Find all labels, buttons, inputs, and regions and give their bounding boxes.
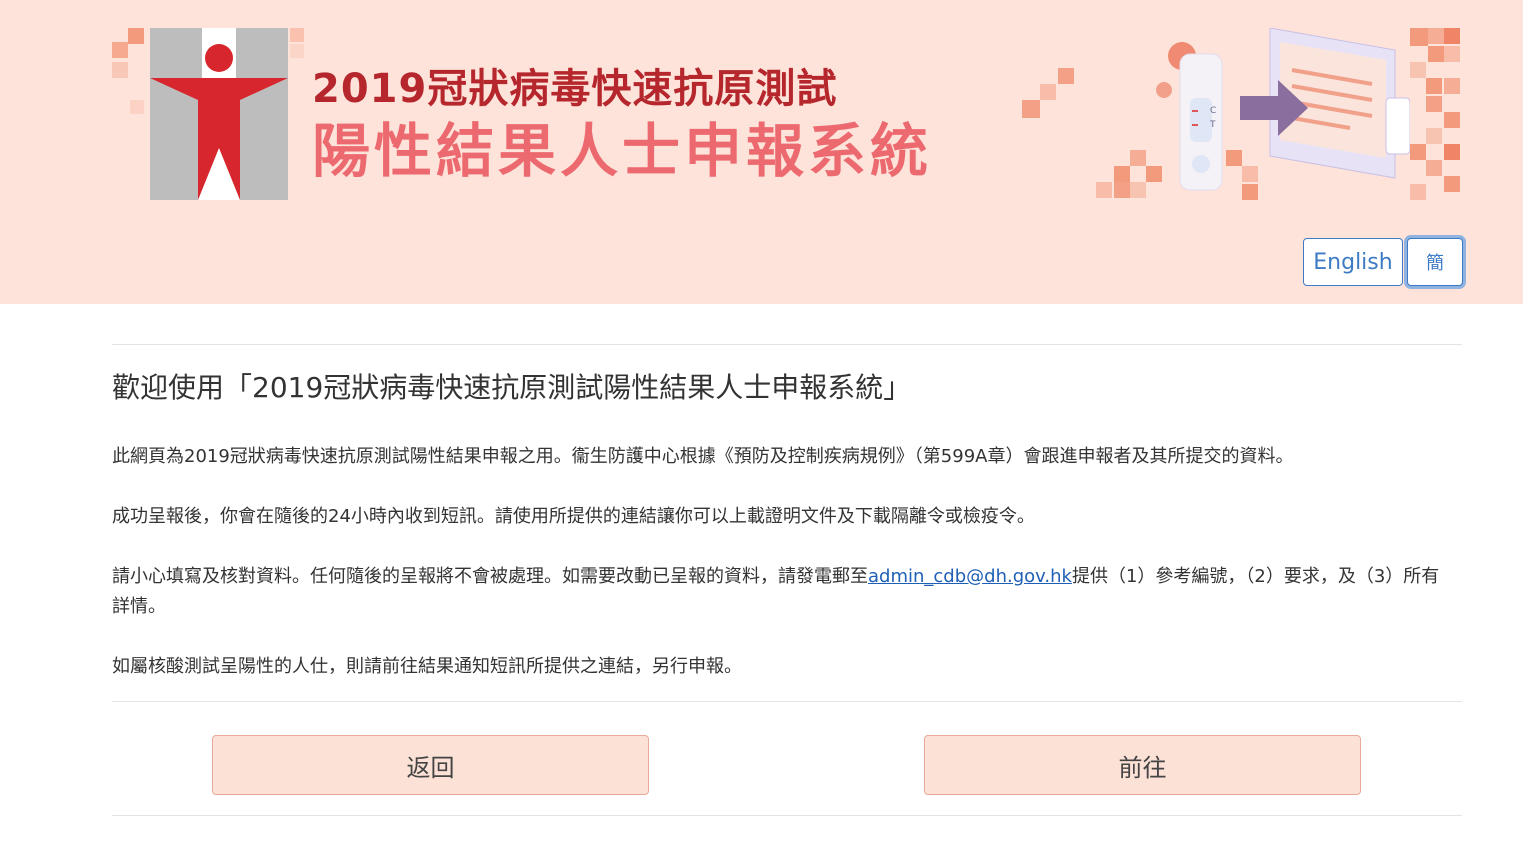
site-header: 2019冠狀病毒快速抗原測試 陽性結果人士申報系統 C T English 簡 (0, 0, 1523, 304)
sms-notice-paragraph: 成功呈報後，你會在隨後的24小時內收到短訊。請使用所提供的連結讓你可以上載證明文… (112, 506, 1035, 527)
amendment-text-before: 請小心填寫及核對資料。任何隨後的呈報將不會被處理。如需要改動已呈報的資料，請發電… (112, 566, 868, 587)
simplified-chinese-button[interactable]: 簡 (1407, 238, 1463, 286)
amendment-notice-paragraph: 請小心填寫及核對資料。任何隨後的呈報將不會被處理。如需要改動已呈報的資料，請發電… (112, 562, 1442, 622)
department-of-health-logo-icon (150, 28, 288, 200)
pcr-notice-paragraph: 如屬核酸測試呈陽性的人仕，則請前往結果通知短訊所提供之連結，另行申報。 (112, 656, 742, 677)
email-link[interactable]: admin_cdb@dh.gov.hk (868, 566, 1072, 587)
divider (112, 344, 1462, 345)
back-button[interactable]: 返回 (212, 735, 649, 795)
test-kit-label-c: C (1210, 106, 1217, 116)
divider (112, 701, 1462, 702)
proceed-button[interactable]: 前往 (924, 735, 1361, 795)
divider (112, 815, 1462, 816)
system-title-line2: 陽性結果人士申報系統 (312, 117, 933, 185)
intro-paragraph: 此網頁為2019冠狀病毒快速抗原測試陽性結果申報之用。衞生防護中心根據《預防及控… (112, 446, 1294, 467)
test-kit-label-t: T (1210, 120, 1216, 130)
rapid-test-to-computer-illustration-icon (1156, 28, 1410, 191)
welcome-title: 歡迎使用「2019冠狀病毒快速抗原測試陽性結果人士申報系統」 (112, 371, 912, 404)
english-language-button[interactable]: English (1303, 238, 1403, 286)
